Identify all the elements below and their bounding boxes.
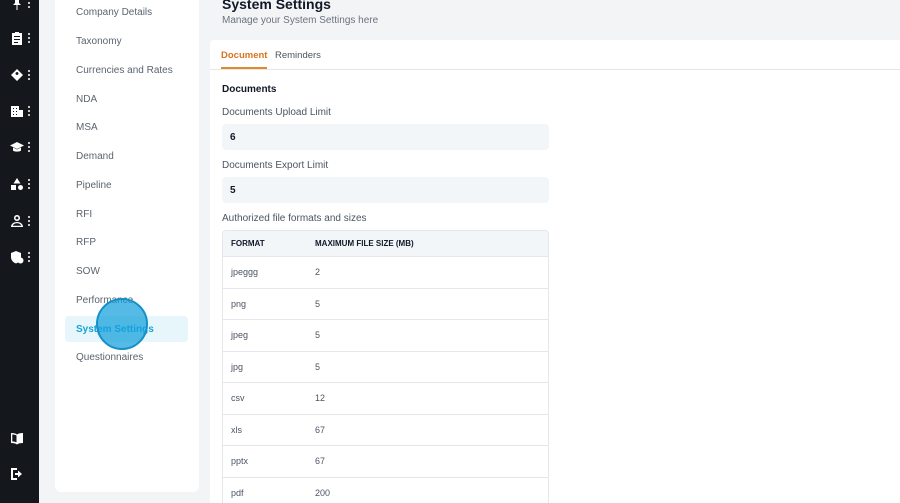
table-row[interactable]: png 5 [223, 289, 548, 320]
sidebar-item-performance[interactable]: Performance [65, 287, 188, 313]
sidebar-item-currencies-and-rates[interactable]: Currencies and Rates [65, 57, 188, 83]
rail-item-shield[interactable] [10, 248, 36, 266]
rail-item-education[interactable] [10, 138, 36, 156]
more-dots-icon[interactable] [28, 179, 30, 189]
table-row[interactable]: jpeg 5 [223, 320, 548, 352]
export-limit-label: Documents Export Limit [222, 160, 329, 171]
rail-item-building[interactable] [10, 102, 36, 120]
tab-reminders[interactable]: Reminders [275, 50, 321, 67]
sidebar-item-taxonomy[interactable]: Taxonomy [65, 28, 188, 54]
format-cell: xls [231, 424, 242, 435]
table-row[interactable]: pdf 200 [223, 478, 548, 503]
sidebar-item-pipeline[interactable]: Pipeline [65, 172, 188, 198]
table-row[interactable]: jpg 5 [223, 352, 548, 383]
settings-panel: Document Reminders Documents Documents U… [210, 40, 900, 503]
column-header-max-size: MAXIMUM FILE SIZE (MB) [315, 239, 414, 248]
file-formats-label: Authorized file formats and sizes [222, 213, 367, 224]
more-dots-icon[interactable] [28, 0, 30, 8]
rail-item-book[interactable] [10, 429, 36, 447]
export-limit-input[interactable]: 5 [222, 177, 549, 203]
size-cell: 12 [315, 393, 326, 404]
file-formats-table: FORMAT MAXIMUM FILE SIZE (MB) jpeggg 2 p… [222, 230, 549, 503]
logout-icon [11, 468, 22, 480]
graduation-cap-icon [10, 142, 24, 152]
format-cell: pdf [231, 488, 244, 499]
rail-item-shapes[interactable] [10, 175, 36, 193]
sidebar-item-questionnaires[interactable]: Questionnaires [65, 344, 188, 370]
shapes-icon [11, 178, 24, 190]
building-icon [11, 106, 23, 117]
more-dots-icon[interactable] [28, 252, 30, 262]
sidebar-item-msa[interactable]: MSA [65, 114, 188, 140]
sidebar-item-rfp[interactable]: RFP [65, 229, 188, 255]
sidebar-item-demand[interactable]: Demand [65, 143, 188, 169]
upload-limit-label: Documents Upload Limit [222, 107, 331, 118]
icon-rail [0, 0, 39, 503]
more-dots-icon[interactable] [28, 216, 30, 226]
more-dots-icon[interactable] [28, 142, 30, 152]
format-cell: jpg [231, 361, 244, 372]
column-header-format: FORMAT [231, 239, 265, 248]
rail-item-tag[interactable] [10, 66, 36, 84]
table-header: FORMAT MAXIMUM FILE SIZE (MB) [223, 231, 548, 257]
tag-icon [11, 69, 23, 81]
table-row[interactable]: csv 12 [223, 383, 548, 415]
settings-sidebar: Company Details Taxonomy Currencies and … [55, 0, 199, 492]
size-cell: 5 [315, 298, 321, 309]
table-row[interactable]: xls 67 [223, 415, 548, 446]
user-icon [11, 215, 23, 227]
section-title: Documents [222, 84, 277, 95]
page-subtitle: Manage your System Settings here [222, 15, 379, 26]
page-title: System Settings [222, 0, 331, 12]
rail-item-pin[interactable] [10, 0, 36, 12]
shield-icon [11, 251, 24, 264]
more-dots-icon[interactable] [28, 106, 30, 116]
tab-bar: Document Reminders [210, 40, 900, 70]
rail-item-user[interactable] [10, 212, 36, 230]
more-dots-icon[interactable] [28, 33, 30, 43]
sidebar-item-rfi[interactable]: RFI [65, 201, 188, 227]
size-cell: 5 [315, 330, 321, 341]
size-cell: 2 [315, 267, 321, 278]
sidebar-item-system-settings[interactable]: System Settings [65, 316, 188, 342]
size-cell: 200 [315, 488, 331, 499]
tab-document[interactable]: Document [221, 50, 268, 69]
table-row[interactable]: pptx 67 [223, 446, 548, 478]
clipboard-icon [12, 32, 22, 45]
sidebar-item-sow[interactable]: SOW [65, 258, 188, 284]
table-row[interactable]: jpeggg 2 [223, 257, 548, 289]
upload-limit-input[interactable]: 6 [222, 124, 549, 150]
format-cell: pptx [231, 456, 249, 467]
format-cell: jpeggg [231, 267, 259, 278]
sidebar-item-nda[interactable]: NDA [65, 86, 188, 112]
size-cell: 67 [315, 456, 326, 467]
book-icon [11, 433, 23, 445]
format-cell: csv [231, 393, 245, 404]
rail-item-logout[interactable] [10, 465, 36, 483]
size-cell: 67 [315, 424, 326, 435]
sidebar-item-company-details[interactable]: Company Details [65, 0, 188, 25]
size-cell: 5 [315, 361, 321, 372]
more-dots-icon[interactable] [28, 70, 30, 80]
format-cell: png [231, 298, 247, 309]
pin-icon [13, 0, 21, 10]
format-cell: jpeg [231, 330, 249, 341]
rail-item-clipboard[interactable] [10, 29, 36, 47]
